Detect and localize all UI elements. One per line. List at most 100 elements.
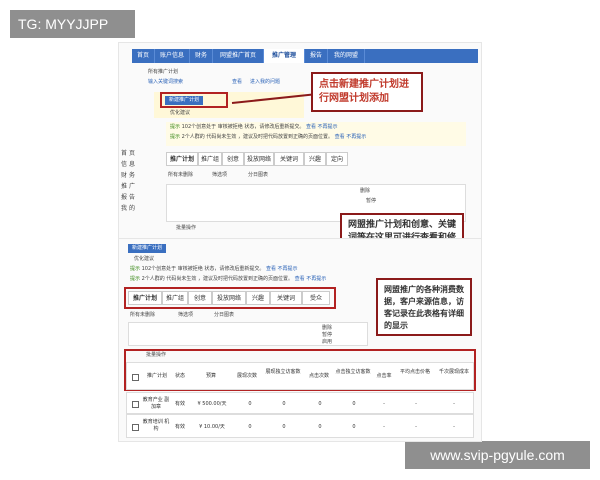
optimize-hint-2[interactable]: 优化建议	[134, 256, 154, 263]
notice-text: 2个人群的 代码尚未生效 ，建议及时把代码放置到正确的页面位置。	[141, 276, 293, 282]
filter-select-2[interactable]: 筛选项	[178, 312, 193, 319]
batch-ops-2[interactable]: 批量操作	[146, 352, 166, 359]
enable-label-2[interactable]: 启用	[322, 339, 332, 346]
col-header[interactable]: 千次展现成本	[435, 369, 473, 376]
filter-select[interactable]: 筛选项	[212, 172, 227, 179]
delete-label[interactable]: 删除	[360, 188, 370, 195]
col-header[interactable]: 平均点击价格	[397, 369, 433, 376]
sidebar-char: 页	[129, 150, 136, 157]
subtab-interest[interactable]: 兴趣	[304, 152, 326, 166]
notice-text: 102个创意处于 审核被拒绝 状态，请修改后重新提交。	[181, 124, 305, 130]
col-header[interactable]: 展现次数	[233, 373, 261, 380]
tab-promo-manage[interactable]: 推广管理	[264, 49, 305, 63]
col-header[interactable]: 推广计划	[141, 373, 173, 380]
notice-row: 提示 2个人群的 代码尚未生效 ，建议及时把代码放置到正确的页面位置。 查看 不…	[170, 134, 366, 141]
notice-dismiss-link[interactable]: 不再提示	[306, 276, 326, 282]
notice-text: 102个创意处于 审核被拒绝 状态，请修改后重新提交。	[141, 266, 265, 272]
notice-view-link[interactable]: 查看	[335, 134, 345, 140]
notice-dismiss-link[interactable]: 不再提示	[318, 124, 338, 130]
cell-uv: 0	[282, 424, 286, 430]
subtab-interest[interactable]: 兴趣	[246, 291, 270, 305]
notice-view-link[interactable]: 查看	[266, 266, 276, 272]
top-watermark: TG: MYYJJPP	[10, 10, 135, 38]
tab-home[interactable]: 首页	[132, 49, 155, 63]
delete-label-2[interactable]: 删除	[322, 325, 332, 332]
row-checkbox[interactable]	[132, 424, 139, 431]
subtab-creative[interactable]: 创意	[222, 152, 244, 166]
plan-budget[interactable]: ¥ 500.00/天	[193, 401, 231, 408]
col-header[interactable]: 点击独立访客数	[335, 369, 371, 376]
table-header: 推广计划 状态 预算 展现次数 展现独立访客数 点击次数 点击独立访客数 点击率…	[126, 362, 474, 390]
status-filter[interactable]: 所有未删除	[168, 172, 193, 179]
all-plans-label: 所有推广计划	[148, 69, 179, 75]
batch-ops[interactable]: 批量操作	[176, 225, 196, 232]
tab-report[interactable]: 报告	[305, 49, 328, 63]
subtab-network[interactable]: 投放网络	[244, 152, 274, 166]
tab-finance[interactable]: 财务	[190, 49, 213, 63]
cell-cpc: -	[415, 424, 417, 430]
optimize-hint[interactable]: 优化建议	[170, 110, 190, 117]
search-hint: 输入关键词搜索	[148, 79, 184, 85]
subtab-target[interactable]: 定向	[326, 152, 348, 166]
tab-my-union[interactable]: 我的网盟	[328, 49, 365, 63]
notice-tag: 提示	[170, 134, 181, 140]
col-header[interactable]: 状态	[173, 373, 187, 380]
col-header[interactable]: 点击率	[373, 373, 395, 380]
plan-name[interactable]: 教育产业 副加章	[141, 397, 171, 411]
subtab-keyword[interactable]: 关键词	[274, 152, 304, 166]
notice-dismiss-link[interactable]: 不再提示	[346, 134, 366, 140]
cell-impr: 0	[248, 401, 252, 407]
subtab-plan[interactable]: 推广计划	[166, 152, 198, 166]
sidebar-char: 的	[129, 205, 136, 212]
row-checkbox[interactable]	[132, 401, 139, 408]
sidebar-char: 广	[129, 183, 136, 190]
new-plan-button[interactable]: 新建推广计划	[165, 96, 204, 105]
plan-status: 有效	[174, 401, 185, 407]
search-link[interactable]: 查看	[232, 79, 242, 86]
cell-ctr: -	[383, 401, 385, 407]
sidebar-char: 告	[129, 194, 136, 201]
col-header[interactable]: 点击次数	[305, 373, 333, 380]
subtab-keyword[interactable]: 关键词	[270, 291, 302, 305]
cell-clicks: 0	[318, 424, 322, 430]
trial-link[interactable]: 进入我的问题	[250, 79, 280, 86]
subtabs: 推广计划 推广组 创意 投放网络 关键词 兴趣 定向	[166, 152, 366, 166]
tab-account[interactable]: 账户信息	[155, 49, 190, 63]
new-plan-button-2[interactable]: 新建推广计划	[128, 244, 167, 253]
pause-label[interactable]: 暂停	[366, 198, 376, 205]
plan-name[interactable]: 教育培训 机构	[141, 419, 171, 433]
subtabs-2: 推广计划 推广组 创意 投放网络 兴趣 关键词 受众	[128, 291, 332, 305]
notice-tag: 提示	[130, 266, 141, 272]
subtab-network[interactable]: 投放网络	[212, 291, 246, 305]
chart-toggle[interactable]: 分日图表	[248, 172, 268, 179]
cell-cpm: -	[453, 424, 455, 430]
notice-text: 2个人群的 代码尚未生效 ，建议及时把代码放置到正确的页面位置。	[181, 134, 333, 140]
tab-union-home[interactable]: 网盟推广首页	[213, 49, 264, 63]
select-all-checkbox[interactable]	[132, 374, 139, 381]
subtab-plan[interactable]: 推广计划	[128, 291, 162, 305]
notice-dismiss-link[interactable]: 不再提示	[278, 266, 298, 272]
chart-toggle-2[interactable]: 分日图表	[214, 312, 234, 319]
col-header[interactable]: 预算	[199, 373, 223, 380]
cell-ctr: -	[383, 424, 385, 430]
cell-cuv: 0	[352, 424, 356, 430]
callout-new-plan: 点击新建推广计划进行网盟计划添加	[311, 72, 423, 112]
subtab-audience[interactable]: 受众	[302, 291, 330, 305]
subtab-group[interactable]: 推广组	[198, 152, 222, 166]
notice-view-link[interactable]: 查看	[306, 124, 316, 130]
notice-row: 提示 102个创意处于 审核被拒绝 状态，请修改后重新提交。 查看 不再提示	[170, 124, 338, 131]
subtab-group[interactable]: 推广组	[162, 291, 188, 305]
cell-uv: 0	[282, 401, 286, 407]
cell-impr: 0	[248, 424, 252, 430]
main-nav: 首页 账户信息 财务 网盟推广首页 推广管理 报告 我的网盟	[132, 49, 478, 63]
notice-view-link[interactable]: 查看	[295, 276, 305, 282]
bottom-watermark: www.svip-pgyule.com	[405, 441, 590, 469]
sidebar-char: 务	[129, 172, 136, 179]
plan-budget[interactable]: ¥ 10.00/天	[193, 424, 231, 431]
cell-cpm: -	[453, 401, 455, 407]
col-header[interactable]: 展现独立访客数	[265, 369, 301, 376]
subtab-creative[interactable]: 创意	[188, 291, 212, 305]
status-filter-2[interactable]: 所有未删除	[130, 312, 155, 319]
pause-label-2[interactable]: 暂停	[322, 332, 332, 339]
left-sidebar-col2: 页 息 务 广 告 的	[129, 148, 143, 214]
